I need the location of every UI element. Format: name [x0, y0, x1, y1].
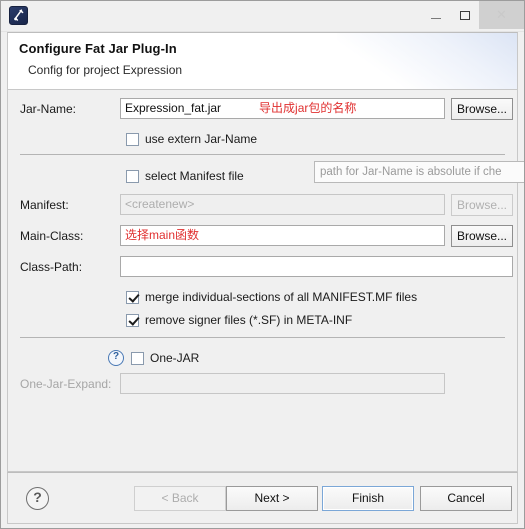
page-subtitle: Config for project Expression: [28, 63, 183, 77]
jar-name-browse-button[interactable]: Browse...: [451, 98, 513, 120]
merge-sections-checkbox[interactable]: [126, 290, 139, 304]
cancel-button[interactable]: Cancel: [420, 486, 512, 511]
main-class-label: Main-Class:: [20, 229, 84, 243]
one-jar-checkbox-row[interactable]: ? One-JAR: [108, 349, 199, 367]
dialog-body: Jar-Name: Expression_fat.jar 导出成jar包的名称 B…: [7, 90, 518, 472]
one-jar-expand-input[interactable]: [120, 373, 445, 394]
separator-top: [20, 154, 505, 155]
dialog-button-bar: ? < Back Next > Finish Cancel: [7, 472, 518, 524]
jar-name-label: Jar-Name:: [20, 102, 77, 116]
use-extern-jar-name-checkbox[interactable]: [126, 132, 139, 146]
manifest-label: Manifest:: [20, 198, 69, 212]
merge-sections-label: merge individual-sections of all MANIFES…: [145, 290, 418, 304]
one-jar-expand-label: One-Jar-Expand:: [20, 377, 112, 391]
next-button[interactable]: Next >: [226, 486, 318, 511]
header-gradient: [337, 33, 517, 89]
use-extern-jar-name-label: use extern Jar-Name: [145, 132, 258, 146]
remove-signer-files-checkbox-row[interactable]: remove signer files (*.SF) in META-INF: [126, 311, 352, 329]
select-manifest-file-checkbox[interactable]: [126, 169, 139, 183]
back-button[interactable]: < Back: [134, 486, 226, 511]
one-jar-checkbox[interactable]: [131, 351, 144, 365]
remove-signer-files-checkbox[interactable]: [126, 313, 139, 327]
class-path-row: Class-Path:: [8, 256, 517, 280]
select-manifest-file-checkbox-row[interactable]: select Manifest file: [126, 167, 244, 185]
one-jar-help-icon[interactable]: ?: [108, 350, 124, 366]
jar-name-value: Expression_fat.jar: [125, 101, 222, 115]
manifest-input[interactable]: <createnew>: [120, 194, 445, 215]
close-button[interactable]: ✕: [479, 1, 524, 29]
jar-name-annotation: 导出成jar包的名称: [259, 101, 357, 115]
manifest-value: <createnew>: [125, 197, 195, 211]
title-bar: ✕: [1, 1, 524, 32]
dialog-header: Configure Fat Jar Plug-In Config for pro…: [7, 32, 518, 90]
fat-jar-dialog-window: ✕ Configure Fat Jar Plug-In Config for p…: [0, 0, 525, 529]
jar-name-tooltip: path for Jar-Name is absolute if che: [314, 161, 524, 183]
page-title: Configure Fat Jar Plug-In: [19, 41, 177, 56]
jar-name-row: Jar-Name: Expression_fat.jar 导出成jar包的名称 B…: [8, 98, 517, 122]
minimize-icon: [430, 17, 441, 19]
one-jar-expand-row: One-Jar-Expand:: [8, 373, 517, 397]
merge-sections-checkbox-row[interactable]: merge individual-sections of all MANIFES…: [126, 288, 417, 306]
one-jar-label: One-JAR: [150, 351, 200, 365]
select-manifest-file-label: select Manifest file: [145, 169, 244, 183]
help-icon[interactable]: ?: [26, 487, 49, 510]
class-path-label: Class-Path:: [20, 260, 83, 274]
main-class-annotation: 选择main函数: [125, 228, 200, 242]
manifest-browse-button[interactable]: Browse...: [451, 194, 513, 216]
separator-bottom: [20, 337, 505, 338]
jar-name-input[interactable]: Expression_fat.jar 导出成jar包的名称: [120, 98, 445, 119]
use-extern-jar-name-checkbox-row[interactable]: use extern Jar-Name: [126, 130, 257, 148]
maximize-button[interactable]: [450, 1, 479, 29]
main-class-input[interactable]: 选择main函数: [120, 225, 445, 246]
class-path-input[interactable]: [120, 256, 513, 277]
remove-signer-files-label: remove signer files (*.SF) in META-INF: [145, 313, 353, 327]
manifest-row: Manifest: <createnew> Browse...: [8, 194, 517, 218]
close-icon: ✕: [496, 7, 507, 23]
finish-button[interactable]: Finish: [322, 486, 414, 511]
main-class-row: Main-Class: 选择main函数 Browse...: [8, 225, 517, 249]
fat-jar-app-icon: [9, 6, 28, 25]
maximize-icon: [459, 10, 470, 20]
main-class-browse-button[interactable]: Browse...: [451, 225, 513, 247]
window-controls: ✕: [421, 1, 524, 29]
minimize-button[interactable]: [421, 1, 450, 29]
